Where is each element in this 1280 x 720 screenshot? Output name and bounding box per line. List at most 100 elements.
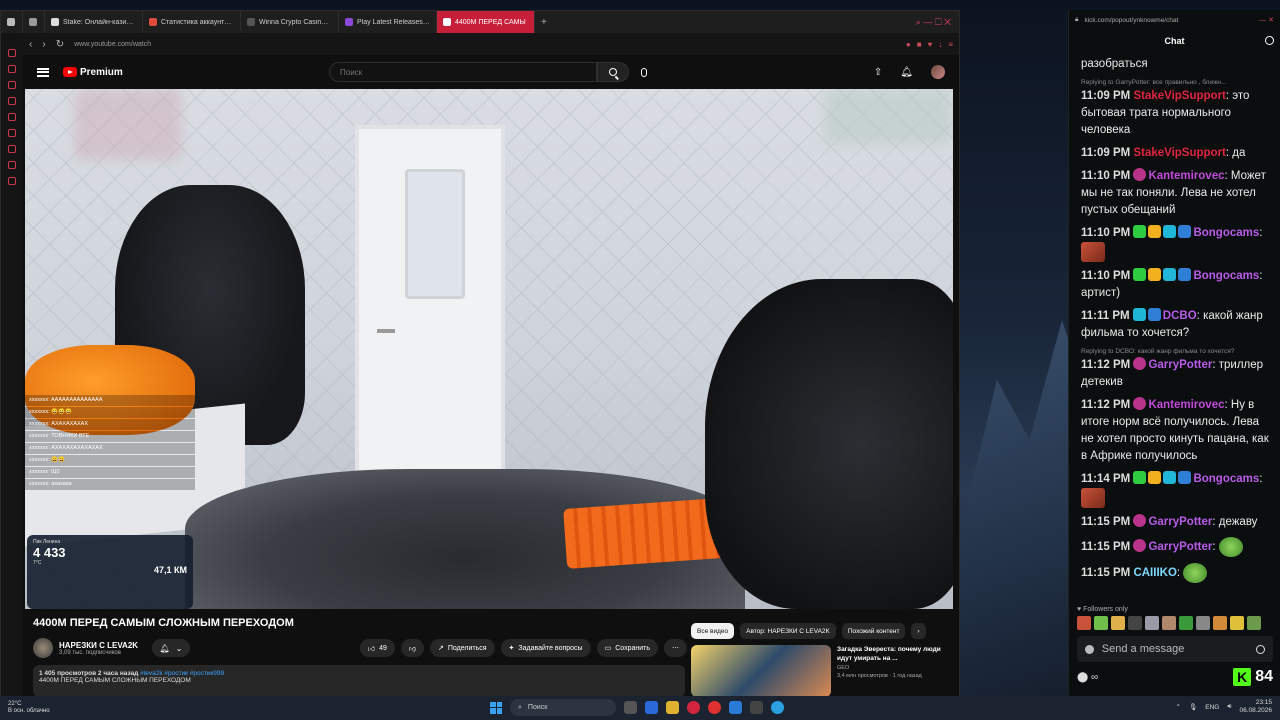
yandex-browser-icon[interactable] (708, 701, 721, 714)
browser-tab[interactable]: Play Latest Releases Casi (339, 11, 437, 33)
channel-name[interactable]: НАРЕЗКИ С LEVA2K (59, 641, 138, 650)
message-username[interactable]: GarryPotter (1148, 359, 1212, 371)
hamburger-menu-icon[interactable] (37, 67, 49, 77)
sidebar-aria-icon[interactable] (8, 49, 16, 57)
emote-option[interactable] (1247, 616, 1261, 630)
shield-icon[interactable]: ● (906, 40, 911, 49)
weather-widget[interactable]: 22°C В осн. облачно (8, 701, 50, 715)
chat-message[interactable]: 11:10 PM Kantemirovec: Может мы не так п… (1081, 168, 1273, 219)
search-input[interactable] (329, 62, 597, 82)
message-username[interactable]: GarryPotter (1148, 516, 1212, 528)
task-view-icon[interactable] (624, 701, 637, 714)
chat-message[interactable]: 11:15 PM GarryPotter: дежаву (1081, 514, 1273, 531)
chip-author[interactable]: Автор: НАРЕЗКИ С LEVA2K (740, 623, 836, 639)
window-controls[interactable]: — ✕ (1259, 16, 1274, 24)
sidebar-clock-icon[interactable] (8, 145, 16, 153)
telegram-icon[interactable] (771, 701, 784, 714)
message-username[interactable]: Bongocams (1193, 473, 1259, 485)
sidebar-music-icon[interactable] (8, 81, 16, 89)
dislike-button[interactable]: 👎︎ (400, 639, 425, 657)
kick-url[interactable]: kick.com/popout/ynknowme/chat (1084, 17, 1178, 24)
sidebar-bag-icon[interactable] (8, 65, 16, 73)
chat-message[interactable]: 11:15 PM CAIIIKO: (1081, 563, 1273, 583)
volume-icon[interactable]: 🔊︎ (1227, 703, 1231, 711)
save-button[interactable]: ▭ Сохранить (596, 639, 658, 657)
message-username[interactable]: Bongocams (1193, 270, 1259, 282)
account-avatar[interactable] (931, 65, 945, 79)
emote-option[interactable] (1213, 616, 1227, 630)
message-username[interactable]: Kantemirovec (1148, 170, 1224, 182)
emote-option[interactable] (1230, 616, 1244, 630)
emote-option[interactable] (1162, 616, 1176, 630)
taskbar-search[interactable]: ⌕ Поиск (510, 699, 616, 716)
download-icon[interactable]: ↓ (938, 40, 942, 49)
subscription-bell-button[interactable]: 🔔︎ ⌄ (152, 639, 191, 657)
chat-message[interactable]: 11:12 PM Kantemirovec: Ну в итоге норм в… (1081, 397, 1273, 465)
send-message-input[interactable] (1101, 643, 1249, 655)
emote-option[interactable] (1128, 616, 1142, 630)
forward-icon[interactable]: › (42, 39, 45, 50)
clock[interactable]: 23:15 06.08.2026 (1239, 699, 1272, 715)
emote-option[interactable] (1179, 616, 1193, 630)
chip-next-icon[interactable]: › (911, 623, 926, 639)
file-explorer-icon[interactable] (666, 701, 679, 714)
youtube-logo[interactable]: Premium (63, 67, 123, 78)
users-icon[interactable] (1265, 36, 1274, 45)
windows-start-icon[interactable] (490, 701, 502, 714)
share-button[interactable]: ↗ Поделиться (430, 639, 495, 657)
channel-points-icon[interactable]: ⬤ ∞ (1077, 672, 1098, 683)
related-thumbnail[interactable] (691, 645, 831, 697)
tray-mic-icon[interactable]: 🎙︎ (1189, 703, 1197, 711)
sidebar-history-icon[interactable] (8, 161, 16, 169)
sidebar-twitch-icon[interactable] (8, 129, 16, 137)
chip-similar[interactable]: Похожий контент (841, 623, 906, 639)
message-username[interactable]: CAIIIKO (1133, 567, 1176, 579)
message-username[interactable]: GarryPotter (1148, 541, 1212, 553)
emoji-picker-icon[interactable] (1256, 644, 1265, 654)
message-username[interactable]: Bongocams (1193, 227, 1259, 239)
emote-option[interactable] (1077, 616, 1091, 630)
browser-tab[interactable]: 4400M ПЕРЕД САМЫ (437, 11, 535, 33)
sidebar-kick-icon[interactable] (8, 113, 16, 121)
upload-icon[interactable]: ⇧ (874, 67, 882, 78)
tray-chevron-icon[interactable]: ⌃ (1176, 703, 1181, 711)
language-indicator[interactable]: ENG (1205, 704, 1219, 711)
new-tab-icon[interactable]: + (535, 17, 553, 28)
todo-icon[interactable] (729, 701, 742, 714)
chat-message[interactable]: разобраться (1081, 56, 1273, 73)
browser-tab[interactable]: Stake: Онлайн-казино и с (45, 11, 143, 33)
chat-message[interactable]: 11:10 PM Bongocams: артист) (1081, 268, 1273, 302)
more-actions-button[interactable]: ⋯ (664, 639, 687, 657)
channel-avatar[interactable] (33, 638, 53, 658)
edge-icon[interactable] (645, 701, 658, 714)
browser-tab[interactable] (1, 11, 23, 33)
emote-option[interactable] (1094, 616, 1108, 630)
search-button[interactable] (597, 62, 629, 82)
emote-option[interactable] (1196, 616, 1210, 630)
back-icon[interactable]: ‹ (29, 39, 32, 50)
sidebar-messenger-icon[interactable] (8, 97, 16, 105)
description-box[interactable]: 1 405 просмотров 2 часа назад #leva2k #р… (33, 665, 685, 697)
browser-window-controls[interactable]: ⌕ — ☐ ✕ (916, 17, 959, 28)
opera-icon[interactable] (687, 701, 700, 714)
browser-tab[interactable] (23, 11, 45, 33)
emote-option[interactable] (1145, 616, 1159, 630)
browser-tab[interactable]: Статистика аккаунта на с (143, 11, 241, 33)
chat-message[interactable]: 11:14 PM Bongocams: (1081, 471, 1273, 508)
menu-icon[interactable]: ≡ (948, 40, 953, 49)
heart-icon[interactable]: ♥ (928, 40, 933, 49)
obs-icon[interactable] (750, 701, 763, 714)
reply-context[interactable]: Replying to GarryPotter: все правильно ,… (1081, 79, 1273, 86)
sidebar-settings-icon[interactable] (8, 177, 16, 185)
chat-message[interactable]: 11:12 PM GarryPotter: триллер детекив (1081, 357, 1273, 391)
microphone-icon[interactable] (641, 67, 647, 77)
video-player[interactable]: xxxxxxx: AAAAAAAAAAAAAA xxxxxxx: 😀😀😀 xxx… (25, 89, 953, 609)
related-video-card[interactable]: Загадка Эвереста: почему люди идут умира… (691, 645, 951, 697)
message-username[interactable]: DCBO (1163, 310, 1197, 322)
ask-button[interactable]: ✦ Задавайте вопросы (500, 639, 591, 657)
notifications-bell-icon[interactable]: 🔔︎ (900, 67, 913, 78)
chat-message[interactable]: 11:09 PM StakeVipSupport: это бытовая тр… (1081, 88, 1273, 139)
message-username[interactable]: StakeVipSupport (1133, 90, 1225, 102)
chip-all-videos[interactable]: Все видео (691, 623, 735, 639)
chat-message[interactable]: 11:10 PM Bongocams: (1081, 225, 1273, 262)
